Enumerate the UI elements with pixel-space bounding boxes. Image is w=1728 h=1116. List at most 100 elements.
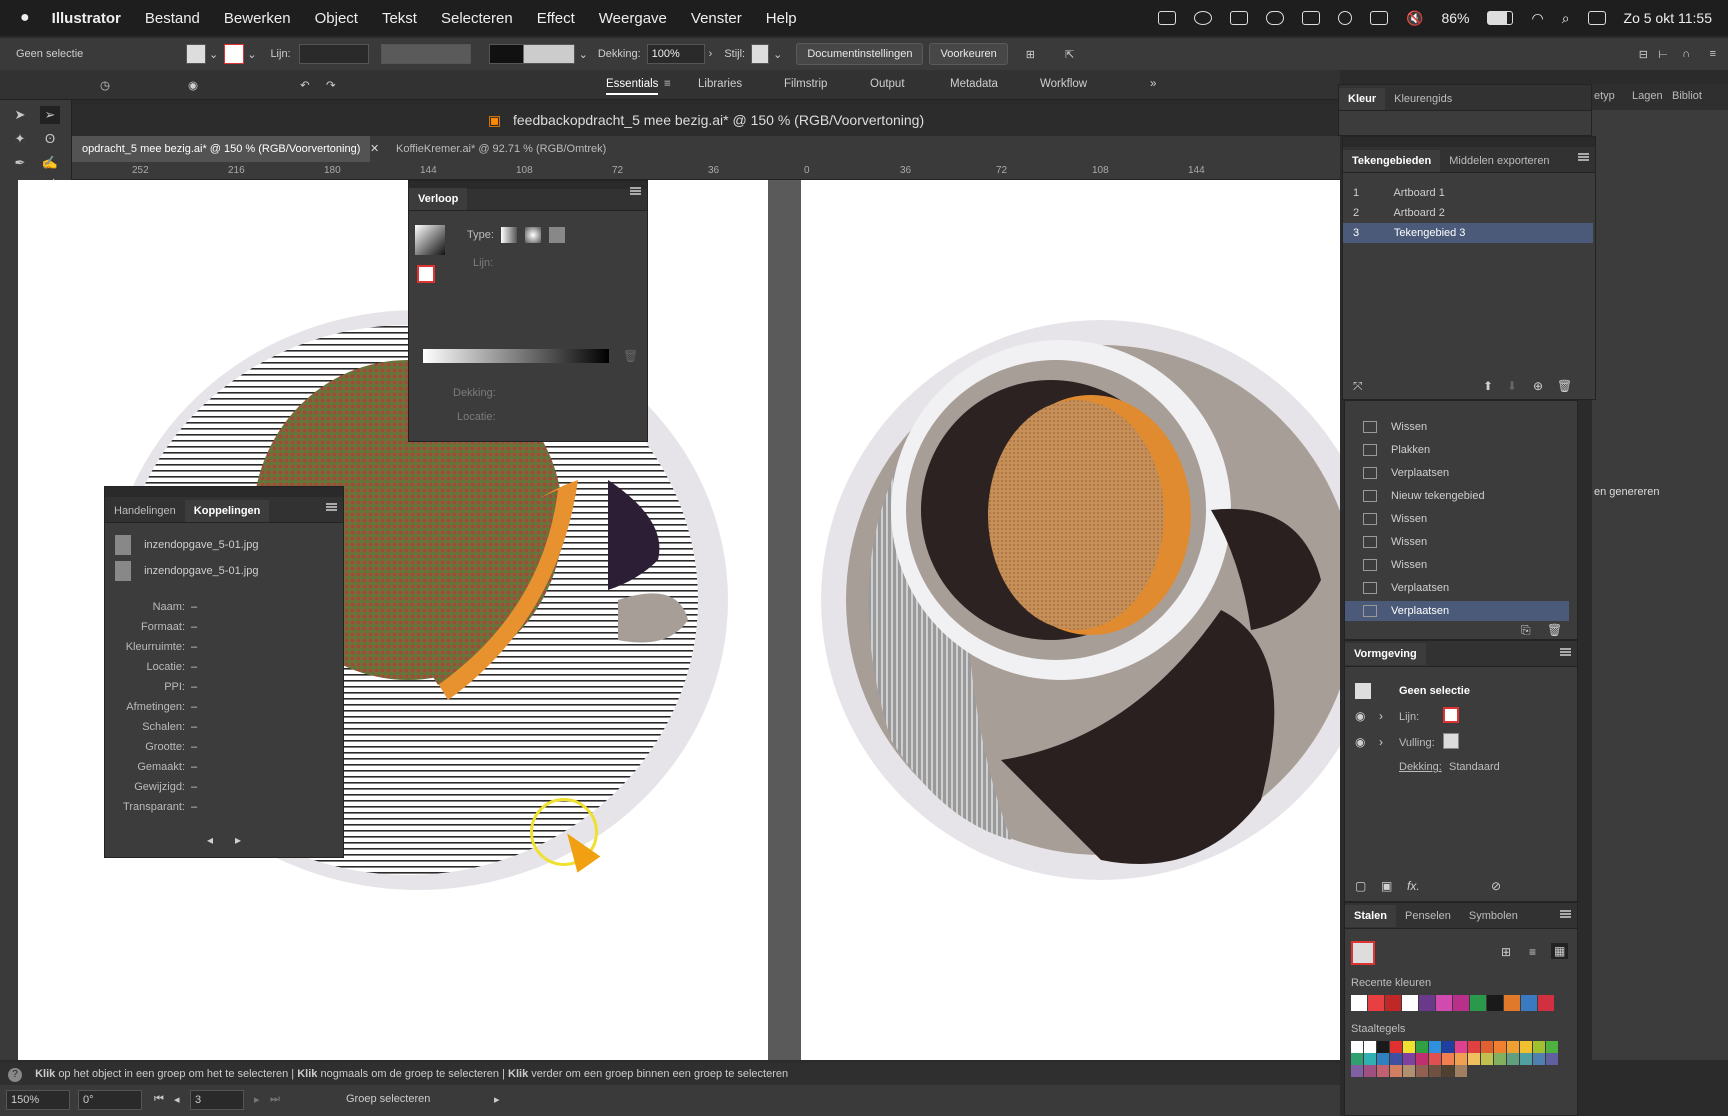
next-artboard-icon[interactable]: ▸ <box>254 1093 260 1106</box>
stroke-swatch[interactable] <box>224 44 245 64</box>
tab-stalen[interactable]: Stalen <box>1345 904 1397 927</box>
color-swatch[interactable] <box>1520 1041 1532 1053</box>
color-swatch[interactable] <box>1429 1041 1441 1053</box>
tab-close-icon[interactable]: ✕ <box>370 136 379 162</box>
history-item[interactable]: Verplaatsen <box>1345 463 1569 483</box>
artboard-right[interactable] <box>801 180 1340 1060</box>
horizontal-ruler[interactable]: 252 216 180 144 108 72 36 0 36 72 108 14… <box>72 162 1340 180</box>
fx-icon[interactable]: fx. <box>1407 879 1420 893</box>
recent-color-swatch[interactable] <box>1385 995 1401 1011</box>
color-swatch[interactable] <box>1429 1053 1441 1065</box>
opacity-row-label[interactable]: Dekking: <box>1399 761 1442 773</box>
freeform-gradient-icon[interactable] <box>549 227 565 243</box>
color-swatch[interactable] <box>1364 1053 1376 1065</box>
color-swatch[interactable] <box>1416 1065 1428 1077</box>
screen-record-icon[interactable] <box>1158 11 1176 25</box>
expand-icon[interactable]: › <box>1379 709 1383 723</box>
style-swatch[interactable] <box>751 44 770 64</box>
tab-koppelingen[interactable]: Koppelingen <box>184 500 270 522</box>
color-swatch[interactable] <box>1455 1041 1467 1053</box>
menu-bestand[interactable]: Bestand <box>145 10 200 27</box>
preferences-button[interactable]: Voorkeuren <box>929 43 1008 65</box>
menu-object[interactable]: Object <box>315 10 358 27</box>
color-swatch[interactable] <box>1416 1041 1428 1053</box>
color-swatch[interactable] <box>1364 1065 1376 1077</box>
fill-swatch[interactable] <box>1443 733 1459 749</box>
linear-gradient-icon[interactable] <box>501 227 517 243</box>
color-swatch[interactable] <box>1403 1065 1415 1077</box>
menu-app[interactable]: Illustrator <box>52 10 121 27</box>
opacity-input[interactable]: 100% <box>646 44 705 64</box>
wifi-icon[interactable]: ◠ <box>1531 10 1543 27</box>
magnet-icon[interactable]: ∩ <box>1682 48 1690 60</box>
stroke-weight-input[interactable] <box>298 44 369 64</box>
menu-tekst[interactable]: Tekst <box>382 10 417 27</box>
color-swatch[interactable] <box>1403 1053 1415 1065</box>
color-swatch[interactable] <box>1416 1053 1428 1065</box>
eye-icon[interactable]: ◉ <box>1355 735 1365 749</box>
new-snapshot-icon[interactable]: ⎘ <box>1521 623 1531 638</box>
history-item[interactable]: Plakken <box>1345 440 1569 460</box>
undo-icon[interactable]: ↶ <box>300 78 310 92</box>
arrange-icon[interactable]: ⊞ <box>1026 48 1035 61</box>
history-item[interactable]: Wissen <box>1345 417 1569 437</box>
stroke-row-label[interactable]: Lijn: <box>1399 711 1419 723</box>
color-swatch[interactable] <box>1351 1041 1363 1053</box>
color-swatch[interactable] <box>1546 1041 1558 1053</box>
selection-tool-icon[interactable]: ➤ <box>10 106 30 124</box>
link-item[interactable]: inzendopgave_5-01.jpg <box>115 561 335 581</box>
artboard-row[interactable]: 2 Artboard 2 <box>1343 203 1593 223</box>
lasso-icon[interactable]: ʘ <box>40 130 60 148</box>
panel-menu-icon[interactable] <box>1578 153 1589 161</box>
color-swatch[interactable] <box>1403 1041 1415 1053</box>
color-swatch[interactable] <box>1442 1053 1454 1065</box>
color-swatch[interactable] <box>1429 1065 1441 1077</box>
panel-menu-icon[interactable] <box>1560 648 1571 656</box>
recent-color-swatch[interactable] <box>1351 995 1367 1011</box>
history-item[interactable]: Wissen <box>1345 555 1569 575</box>
add-fill-icon[interactable]: ▣ <box>1381 879 1392 893</box>
workspace-libraries[interactable]: Libraries <box>698 78 742 90</box>
menu-weergave[interactable]: Weergave <box>599 10 667 27</box>
tab-symbolen[interactable]: Symbolen <box>1460 905 1527 927</box>
color-swatch[interactable] <box>1390 1053 1402 1065</box>
clear-appearance-icon[interactable]: ⊘ <box>1491 879 1501 893</box>
color-swatch[interactable] <box>1351 1053 1363 1065</box>
display-icon[interactable] <box>1302 11 1320 25</box>
recent-color-swatch[interactable] <box>1453 995 1469 1011</box>
tab-handelingen[interactable]: Handelingen <box>105 500 185 522</box>
color-swatch[interactable] <box>1455 1053 1467 1065</box>
panel-menu-icon[interactable] <box>326 503 337 511</box>
chevron-right-icon[interactable]: › <box>709 48 713 60</box>
pen-tool-icon[interactable]: ✒ <box>10 154 30 172</box>
panel-menu-icon[interactable] <box>630 187 641 195</box>
history-item[interactable]: Verplaatsen <box>1345 601 1569 621</box>
workspace-essentials[interactable]: Essentials <box>606 78 659 95</box>
menu-bewerken[interactable]: Bewerken <box>224 10 291 27</box>
rotation-select[interactable]: 0° <box>78 1090 142 1110</box>
history-icon[interactable]: ◷ <box>100 78 110 92</box>
recent-color-swatch[interactable] <box>1521 995 1537 1011</box>
document-settings-button[interactable]: Documentinstellingen <box>796 43 924 65</box>
recent-color-swatch[interactable] <box>1419 995 1435 1011</box>
color-swatch[interactable] <box>1546 1053 1558 1065</box>
chevron-down-icon[interactable]: ⌄ <box>247 48 256 61</box>
move-down-icon[interactable]: ⬇ <box>1507 379 1517 393</box>
vertical-ruler[interactable] <box>0 180 18 1060</box>
brush-definition[interactable] <box>488 44 575 64</box>
color-swatch[interactable] <box>1468 1041 1480 1053</box>
menu-effect[interactable]: Effect <box>537 10 575 27</box>
search-icon[interactable]: ⌕ <box>1562 10 1570 27</box>
chevron-down-icon[interactable]: ⌄ <box>773 48 782 61</box>
color-swatch[interactable] <box>1455 1065 1467 1077</box>
panel-menu-icon[interactable]: ≡ <box>1710 48 1716 60</box>
color-swatch[interactable] <box>1442 1065 1454 1077</box>
radial-gradient-icon[interactable] <box>525 227 541 243</box>
panel-menu-icon[interactable] <box>1560 910 1571 918</box>
history-item[interactable]: Verplaatsen <box>1345 578 1569 598</box>
next-arrow-icon[interactable]: ▸ <box>235 833 241 847</box>
status-menu-icon[interactable]: ▸ <box>494 1093 500 1106</box>
prev-arrow-icon[interactable]: ◂ <box>207 833 213 847</box>
recent-color-swatch[interactable] <box>1368 995 1384 1011</box>
mute-icon[interactable]: 🔇 <box>1406 10 1423 27</box>
